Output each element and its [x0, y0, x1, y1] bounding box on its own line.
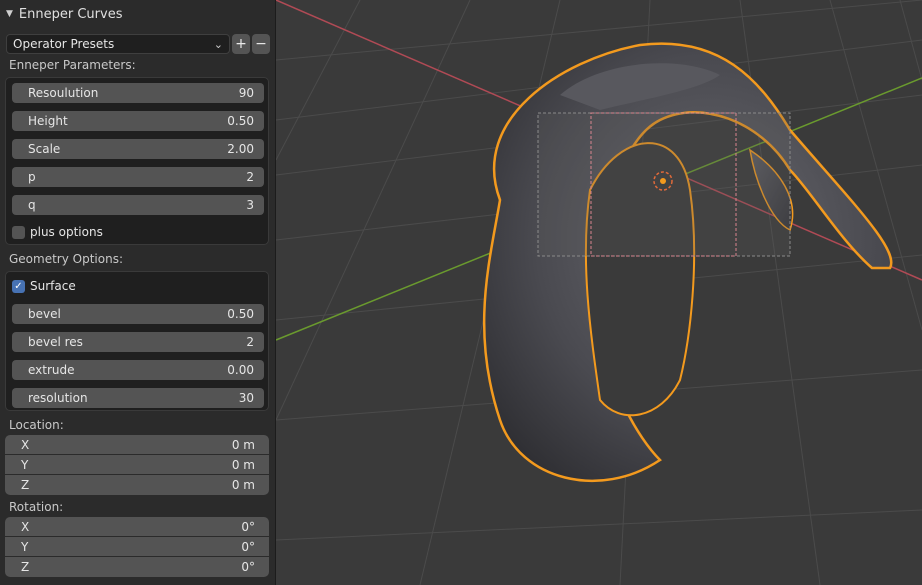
field-value: 0.50 — [227, 307, 254, 321]
axis-label: Y — [21, 539, 29, 554]
location-label: Location: — [9, 418, 64, 432]
minus-icon: − — [255, 36, 267, 52]
geometry-options-group: ✓ Surface bevel 0.50 bevel res 2 extrude… — [5, 271, 269, 411]
surface-checkbox-row[interactable]: ✓ Surface — [12, 277, 76, 295]
extrude-field[interactable]: extrude 0.00 — [12, 360, 264, 380]
rotation-x-field[interactable]: X 0° — [5, 517, 269, 537]
collapse-triangle-icon[interactable]: ▼ — [6, 9, 13, 19]
p-field[interactable]: p 2 — [12, 167, 264, 187]
field-value: 30 — [238, 391, 254, 405]
field-value: 2 — [246, 170, 254, 184]
field-value: 2.00 — [227, 142, 254, 156]
field-value: 2 — [246, 335, 254, 349]
axis-label: Y — [21, 457, 29, 472]
bounds-box — [537, 112, 791, 257]
axis-value: 0 m — [231, 457, 255, 472]
height-field[interactable]: Height 0.50 — [12, 111, 264, 131]
panel-header[interactable]: ▼ Enneper Curves — [0, 0, 276, 28]
field-label: Height — [28, 114, 68, 128]
rotation-z-field[interactable]: Z 0° — [5, 557, 269, 577]
axis-value: 0° — [241, 539, 255, 554]
plus-options-checkbox[interactable] — [12, 225, 25, 239]
geometry-options-label: Geometry Options: — [9, 252, 123, 266]
q-field[interactable]: q 3 — [12, 195, 264, 215]
checkmark-icon: ✓ — [14, 280, 23, 292]
chevron-down-icon: ⌄ — [213, 37, 223, 51]
field-label: bevel res — [28, 335, 83, 349]
remove-preset-button[interactable]: − — [252, 34, 270, 54]
field-label: q — [28, 198, 36, 212]
field-label: bevel — [28, 307, 61, 321]
bevel-res-field[interactable]: bevel res 2 — [12, 332, 264, 352]
field-label: p — [28, 170, 36, 184]
add-preset-button[interactable]: + — [232, 34, 250, 54]
bevel-field[interactable]: bevel 0.50 — [12, 304, 264, 324]
field-value: 3 — [246, 198, 254, 212]
field-value: 0.50 — [227, 114, 254, 128]
field-label: resolution — [28, 391, 88, 405]
panel-title: Enneper Curves — [18, 6, 123, 22]
field-label: Resoulution — [28, 86, 99, 100]
rotation-y-field[interactable]: Y 0° — [5, 537, 269, 557]
axis-label: X — [21, 519, 30, 534]
scale-field[interactable]: Scale 2.00 — [12, 139, 264, 159]
axis-label: Z — [21, 478, 30, 492]
field-value: 90 — [238, 86, 254, 100]
surface-checkbox[interactable]: ✓ — [12, 279, 25, 293]
axis-value: 0° — [241, 519, 255, 534]
operator-panel: ▼ Enneper Curves Operator Presets ⌄ + − … — [0, 0, 276, 585]
location-vector: X 0 m Y 0 m Z 0 m — [5, 435, 269, 495]
plus-icon: + — [235, 36, 247, 52]
enneper-parameters-group: Resoulution 90 Height 0.50 Scale 2.00 p … — [5, 77, 269, 245]
location-y-field[interactable]: Y 0 m — [5, 455, 269, 475]
location-z-field[interactable]: Z 0 m — [5, 475, 269, 495]
field-value: 0.00 — [227, 363, 254, 377]
rotation-label: Rotation: — [9, 500, 64, 514]
operator-presets-row: Operator Presets ⌄ + − — [6, 34, 270, 54]
field-label: Scale — [28, 142, 61, 156]
rotation-vector: X 0° Y 0° Z 0° — [5, 517, 269, 577]
plus-options-label: plus options — [30, 225, 103, 239]
axis-value: 0° — [241, 560, 255, 574]
axis-label: Z — [21, 560, 30, 574]
field-label: extrude — [28, 363, 75, 377]
resolution-field[interactable]: Resoulution 90 — [12, 83, 264, 103]
axis-label: X — [21, 437, 30, 452]
axis-value: 0 m — [231, 478, 255, 492]
geometry-resolution-field[interactable]: resolution 30 — [12, 388, 264, 408]
operator-presets-label: Operator Presets — [13, 37, 115, 51]
operator-presets-dropdown[interactable]: Operator Presets ⌄ — [6, 34, 230, 54]
location-x-field[interactable]: X 0 m — [5, 435, 269, 455]
axis-value: 0 m — [231, 437, 255, 452]
enneper-parameters-label: Enneper Parameters: — [9, 58, 136, 72]
plus-options-checkbox-row[interactable]: plus options — [12, 223, 103, 241]
surface-label: Surface — [30, 279, 76, 293]
